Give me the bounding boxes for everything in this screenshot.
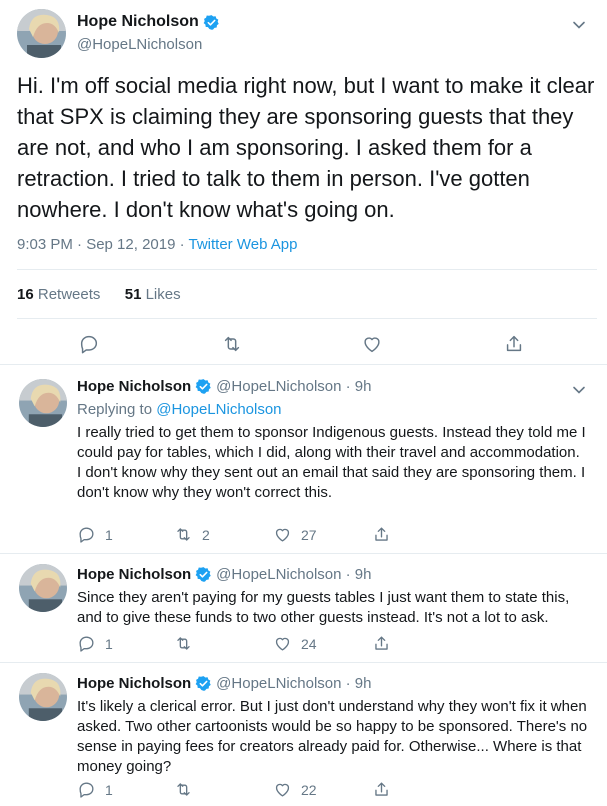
retweet-count: 16 — [17, 286, 34, 303]
divider — [17, 318, 597, 319]
reply-text: Since they aren't paying for my guests t… — [77, 589, 570, 626]
reply-icon — [79, 527, 94, 543]
reply-header: Hope Nicholson @HopeLNicholson · 9h — [77, 378, 371, 395]
heart-icon — [275, 637, 290, 651]
reply-icon[interactable] — [78, 333, 100, 355]
divider — [17, 269, 597, 270]
chevron-down-icon[interactable] — [572, 18, 586, 32]
reply-tweet[interactable]: Hope Nicholson @HopeLNicholson · 9h Repl… — [0, 365, 607, 554]
author-handle-time[interactable]: @HopeLNicholson · 9h — [216, 378, 371, 395]
reply-header: Hope Nicholson @HopeLNicholson · 9h — [77, 566, 371, 583]
retweet-icon[interactable] — [221, 333, 243, 355]
avatar[interactable] — [19, 379, 67, 427]
tweet-meta: 9:03 PM · Sep 12, 2019 · Twitter Web App — [17, 236, 297, 253]
engagement-stats: 16 Retweets 51 Likes — [17, 286, 181, 303]
share-icon — [375, 782, 388, 796]
retweet-button[interactable] — [174, 634, 202, 653]
retweet-label: Retweets — [37, 286, 101, 303]
retweet-button[interactable] — [174, 780, 202, 799]
reply-button[interactable]: 1 — [77, 634, 113, 653]
verified-badge-icon — [195, 567, 211, 582]
verified-badge-icon — [195, 379, 211, 394]
heart-icon[interactable] — [361, 333, 383, 355]
tweet-text: Hi. I'm off social media right now, but … — [17, 73, 595, 222]
replying-prefix: Replying to — [77, 401, 157, 418]
avatar[interactable] — [19, 564, 67, 612]
reply-header: Hope Nicholson @HopeLNicholson · 9h — [77, 675, 371, 692]
like-button[interactable]: 24 — [273, 634, 317, 653]
reply-count: 1 — [105, 526, 113, 543]
like-count: 24 — [301, 635, 317, 652]
share-button[interactable] — [372, 780, 391, 799]
source-app-link[interactable]: Twitter Web App — [189, 236, 298, 253]
like-button[interactable]: 27 — [273, 525, 317, 544]
author-handle-time[interactable]: @HopeLNicholson · 9h — [216, 566, 371, 583]
verified-badge-icon — [195, 676, 211, 691]
heart-icon — [275, 783, 290, 797]
author-display-name[interactable]: Hope Nicholson — [77, 675, 191, 692]
author-handle[interactable]: @HopeLNicholson — [77, 36, 202, 53]
reply-button[interactable]: 1 — [77, 780, 113, 799]
author-handle-time[interactable]: @HopeLNicholson · 9h — [216, 675, 371, 692]
likes-stat[interactable]: 51 Likes — [125, 286, 181, 303]
avatar[interactable] — [17, 9, 66, 58]
reply-button[interactable]: 1 — [77, 525, 113, 544]
replying-to: Replying to @HopeLNicholson — [77, 401, 282, 418]
share-icon — [375, 636, 388, 650]
reply-count: 1 — [105, 635, 113, 652]
avatar[interactable] — [19, 673, 67, 721]
like-button[interactable]: 22 — [273, 780, 317, 799]
author-name[interactable]: Hope Nicholson — [77, 13, 220, 31]
author-display-name[interactable]: Hope Nicholson — [77, 378, 191, 395]
reply-icon — [79, 782, 94, 798]
retweet-icon — [177, 783, 190, 796]
share-button[interactable] — [372, 525, 391, 544]
like-label: Likes — [145, 286, 181, 303]
share-button[interactable] — [372, 634, 391, 653]
main-tweet-actions — [0, 333, 607, 355]
verified-badge-icon — [203, 14, 219, 30]
share-icon — [375, 527, 388, 541]
author-display-name[interactable]: Hope Nicholson — [77, 13, 199, 31]
reply-tweet[interactable]: Hope Nicholson @HopeLNicholson · 9h It's… — [0, 663, 607, 806]
tweet-thread: Hope Nicholson @HopeLNicholson Hi. I'm o… — [0, 0, 607, 806]
reply-actions: 1 24 — [77, 634, 497, 654]
like-count: 27 — [301, 526, 317, 543]
reply-icon — [79, 636, 94, 652]
timestamp[interactable]: 9:03 PM · Sep 12, 2019 · — [17, 236, 189, 253]
reply-text: I really tried to get them to sponsor In… — [77, 424, 586, 501]
share-icon[interactable] — [503, 333, 525, 355]
like-count: 51 — [124, 286, 142, 303]
retweet-count: 2 — [202, 526, 210, 543]
retweet-icon — [177, 637, 190, 650]
mention-link[interactable]: @HopeLNicholson — [156, 401, 281, 418]
reply-tweet[interactable]: Hope Nicholson @HopeLNicholson · 9h Sinc… — [0, 554, 607, 663]
heart-icon — [275, 528, 290, 542]
retweet-icon — [177, 528, 190, 541]
chevron-down-icon[interactable] — [572, 383, 586, 397]
retweets-stat[interactable]: 16 Retweets — [17, 286, 100, 303]
main-tweet: Hope Nicholson @HopeLNicholson Hi. I'm o… — [0, 0, 607, 365]
like-count: 22 — [301, 781, 317, 798]
reply-count: 1 — [105, 781, 113, 798]
retweet-button[interactable]: 2 — [174, 525, 210, 544]
author-display-name[interactable]: Hope Nicholson — [77, 566, 191, 583]
reply-actions: 1 22 — [77, 780, 497, 800]
reply-actions: 1 2 27 — [77, 525, 497, 545]
reply-text: It's likely a clerical error. But I just… — [77, 698, 588, 775]
